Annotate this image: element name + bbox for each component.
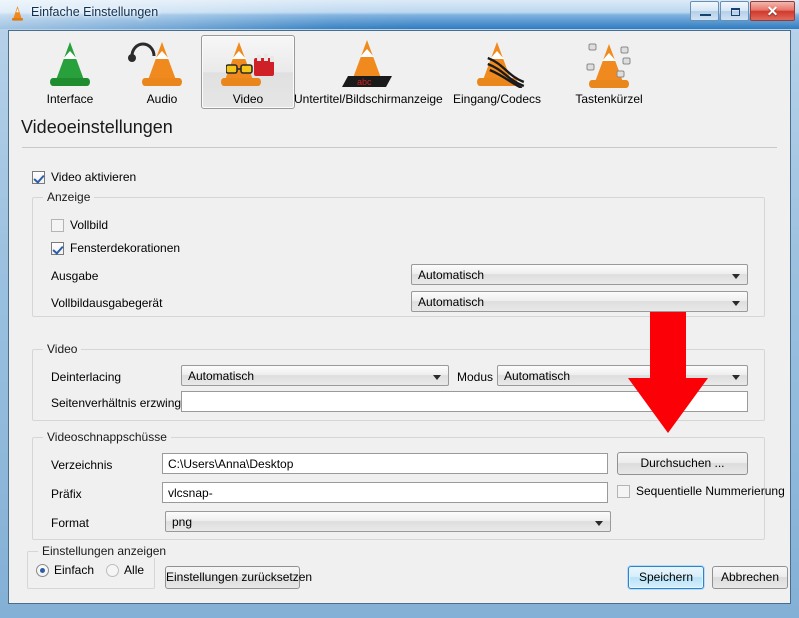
video-group: Video Deinterlacing Automatisch Modus Au…	[32, 342, 765, 421]
snapshot-prefix-input[interactable]: vlcsnap-	[162, 482, 608, 503]
sequential-numbering-row[interactable]: Sequentielle Nummerierung	[617, 484, 785, 498]
mode-combobox[interactable]: Automatisch	[497, 365, 748, 386]
fullscreen-device-label: Vollbildausgabegerät	[51, 296, 163, 310]
snapshot-directory-value: C:\Users\Anna\Desktop	[168, 457, 294, 471]
fullscreen-device-value: Automatisch	[418, 295, 485, 309]
tab-subtitles[interactable]: abc Untertitel/Bildschirmanzeige	[293, 35, 443, 109]
heading-divider	[22, 147, 777, 148]
video-group-title: Video	[43, 342, 82, 356]
reset-settings-button[interactable]: Einstellungen zurücksetzen	[165, 566, 312, 589]
svg-text:abc: abc	[357, 77, 372, 87]
window-decorations-label: Fensterdekorationen	[70, 241, 181, 255]
tab-video[interactable]: Video	[201, 35, 295, 109]
directory-label: Verzeichnis	[51, 458, 113, 472]
display-group-title: Anzeige	[43, 190, 95, 204]
settings-window: Einfache Einstellungen ✕ Interface Audio…	[0, 0, 799, 618]
snapshot-format-value: png	[172, 515, 193, 529]
chevron-down-icon	[732, 274, 740, 279]
tab-label: Audio	[146, 92, 178, 106]
simple-radio[interactable]	[36, 563, 49, 577]
settings-mode-simple[interactable]: Einfach	[36, 563, 94, 577]
vlc-cone-green-icon	[24, 40, 116, 88]
settings-tab-strip: Interface Audio Video abc Untertitel/Bil…	[9, 31, 790, 113]
all-radio[interactable]	[106, 563, 120, 577]
vlc-cone-film-icon	[202, 40, 294, 88]
dialog-client-area: Interface Audio Video abc Untertitel/Bil…	[8, 30, 791, 604]
sequential-numbering-checkbox[interactable]	[617, 484, 630, 498]
close-button[interactable]: ✕	[750, 1, 795, 21]
dialog-footer: Einstellungen anzeigen Einfach Alle Eins…	[9, 544, 790, 603]
window-decorations-row[interactable]: Fensterdekorationen	[51, 241, 180, 255]
vlc-cone-headphones-icon	[116, 40, 208, 88]
video-settings-pane: Video aktivieren Anzeige Vollbild Fenste…	[9, 149, 790, 549]
all-label: Alle	[124, 563, 145, 577]
window-decorations-checkbox[interactable]	[51, 241, 64, 255]
force-aspect-input[interactable]	[181, 391, 748, 412]
tab-label: Interface	[46, 92, 94, 106]
cancel-button[interactable]: Abbrechen	[712, 566, 788, 589]
deinterlacing-value: Automatisch	[188, 369, 255, 383]
enable-video-row[interactable]: Video aktivieren	[32, 170, 136, 184]
tab-label: Untertitel/Bildschirmanzeige	[294, 92, 443, 106]
deinterlacing-combobox[interactable]: Automatisch	[181, 365, 449, 386]
vlc-cone-icon	[12, 6, 23, 21]
show-settings-title: Einstellungen anzeigen	[38, 544, 171, 558]
sequential-numbering-label: Sequentielle Nummerierung	[636, 484, 785, 498]
tab-audio[interactable]: Audio	[115, 35, 209, 109]
browse-button[interactable]: Durchsuchen ...	[617, 452, 748, 475]
chevron-down-icon	[595, 521, 603, 526]
output-combobox[interactable]: Automatisch	[411, 264, 748, 285]
fullscreen-device-combobox[interactable]: Automatisch	[411, 291, 748, 312]
mode-label: Modus	[457, 370, 494, 384]
vlc-cone-cables-icon	[442, 40, 552, 88]
vlc-cone-subtitle-icon: abc	[294, 40, 440, 88]
snapshot-format-combobox[interactable]: png	[165, 511, 611, 532]
window-controls: ✕	[690, 1, 795, 23]
format-label: Format	[51, 516, 90, 530]
title-bar: Einfache Einstellungen ✕	[0, 0, 799, 29]
snapshot-prefix-value: vlcsnap-	[168, 486, 213, 500]
deinterlacing-label: Deinterlacing	[51, 370, 122, 384]
window-title: Einfache Einstellungen	[31, 5, 159, 19]
chevron-down-icon	[433, 375, 441, 380]
show-settings-group: Einstellungen anzeigen Einfach Alle	[27, 544, 171, 589]
close-icon: ✕	[766, 3, 779, 19]
fullscreen-label: Vollbild	[70, 218, 109, 232]
tab-label: Video	[232, 92, 264, 106]
fullscreen-row[interactable]: Vollbild	[51, 218, 108, 232]
output-value: Automatisch	[418, 268, 485, 282]
maximize-icon	[731, 8, 740, 16]
output-label: Ausgabe	[51, 269, 99, 283]
enable-video-label: Video aktivieren	[51, 170, 137, 184]
vlc-cone-keys-icon	[554, 40, 664, 88]
mode-value: Automatisch	[504, 369, 571, 383]
minimize-button[interactable]	[690, 1, 719, 21]
tab-interface[interactable]: Interface	[23, 35, 117, 109]
fullscreen-checkbox[interactable]	[51, 218, 64, 232]
tab-label: Tastenkürzel	[575, 92, 643, 106]
minimize-icon	[700, 14, 711, 16]
save-button[interactable]: Speichern	[628, 566, 704, 589]
snapshots-group: Videoschnappschüsse Verzeichnis C:\Users…	[32, 430, 785, 540]
tab-input-codecs[interactable]: Eingang/Codecs	[441, 35, 553, 109]
chevron-down-icon	[732, 375, 740, 380]
enable-video-checkbox[interactable]	[32, 170, 45, 184]
snapshots-group-title: Videoschnappschüsse	[43, 430, 171, 444]
prefix-label: Präfix	[51, 487, 82, 501]
page-title: Videoeinstellungen	[21, 117, 173, 137]
maximize-button[interactable]	[720, 1, 749, 21]
chevron-down-icon	[732, 301, 740, 306]
snapshot-directory-input[interactable]: C:\Users\Anna\Desktop	[162, 453, 608, 474]
tab-hotkeys[interactable]: Tastenkürzel	[553, 35, 665, 109]
settings-mode-all[interactable]: Alle	[106, 563, 144, 577]
tab-label: Eingang/Codecs	[452, 92, 542, 106]
display-group: Anzeige Vollbild Fensterdekorationen Aus…	[32, 190, 765, 317]
force-aspect-label: Seitenverhältnis erzwingen	[51, 396, 195, 410]
simple-label: Einfach	[54, 563, 95, 577]
